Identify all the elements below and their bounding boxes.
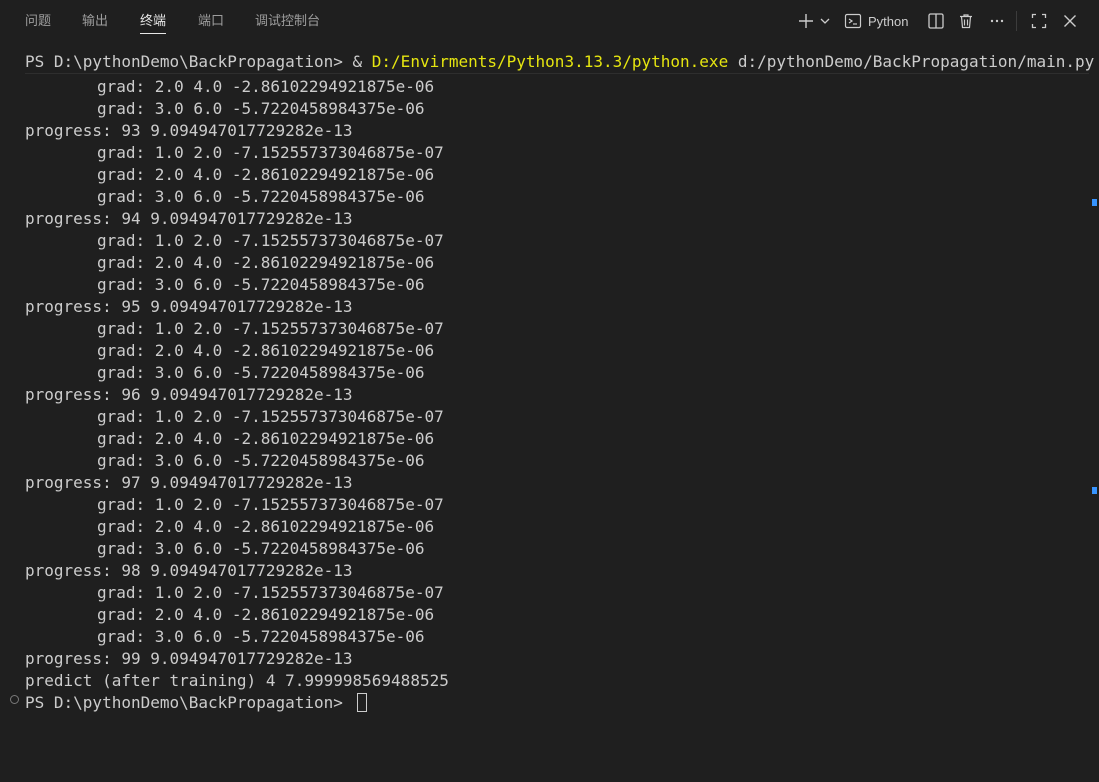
more-icon	[988, 12, 1006, 30]
scroll-marker	[1092, 487, 1097, 494]
command-prefix: PS D:\pythonDemo\BackPropagation> &	[25, 52, 372, 71]
panel-tab-bar: 问题 输出 终端 端口 调试控制台 Python	[0, 0, 1099, 42]
maximize-icon	[1030, 12, 1048, 30]
grad-line: grad: 1.0 2.0 -7.152557373046875e-07	[97, 495, 444, 514]
terminal-selector[interactable]: Python	[844, 9, 914, 33]
terminal-scrollbar[interactable]	[1089, 42, 1099, 782]
result-line: predict (after training) 4 7.99999856948…	[25, 671, 449, 690]
grad-line: grad: 3.0 6.0 -5.7220458984375e-06	[97, 363, 425, 382]
close-icon	[1061, 12, 1079, 30]
command-executable: D:/Envirments/Python3.13.3/python.exe	[371, 52, 729, 71]
grad-line: grad: 2.0 4.0 -2.86102294921875e-06	[97, 605, 435, 624]
grad-line: grad: 1.0 2.0 -7.152557373046875e-07	[97, 231, 444, 250]
tab-problems[interactable]: 问题	[25, 0, 51, 42]
terminal-cursor	[356, 693, 367, 712]
split-icon	[927, 12, 945, 30]
grad-line: grad: 2.0 4.0 -2.86102294921875e-06	[97, 77, 435, 96]
plus-icon	[797, 12, 815, 30]
grad-line: grad: 1.0 2.0 -7.152557373046875e-07	[97, 407, 444, 426]
kill-terminal-button[interactable]	[956, 9, 976, 33]
grad-line: grad: 3.0 6.0 -5.7220458984375e-06	[97, 187, 425, 206]
more-actions-button[interactable]	[987, 9, 1007, 33]
tab-ports[interactable]: 端口	[198, 0, 224, 42]
grad-line: grad: 3.0 6.0 -5.7220458984375e-06	[97, 99, 425, 118]
progress-line: progress: 95 9.094947017729282e-13	[25, 297, 353, 316]
grad-line: grad: 1.0 2.0 -7.152557373046875e-07	[97, 583, 444, 602]
grad-line: grad: 3.0 6.0 -5.7220458984375e-06	[97, 275, 425, 294]
grad-line: grad: 1.0 2.0 -7.152557373046875e-07	[97, 143, 444, 162]
command-script: d:/pythonDemo/BackPropagation/main.py	[728, 52, 1095, 71]
panel-actions: Python	[789, 0, 1099, 42]
command-line: PS D:\pythonDemo\BackPropagation> & D:/E…	[25, 51, 1094, 73]
progress-line: progress: 99 9.094947017729282e-13	[25, 649, 353, 668]
tab-debug-console[interactable]: 调试控制台	[255, 0, 320, 42]
scroll-marker	[1092, 199, 1097, 206]
grad-line: grad: 2.0 4.0 -2.86102294921875e-06	[97, 517, 435, 536]
grad-line: grad: 3.0 6.0 -5.7220458984375e-06	[97, 451, 425, 470]
terminal-icon	[844, 12, 862, 30]
launch-profile-dropdown[interactable]	[818, 9, 832, 33]
trash-icon	[957, 12, 975, 30]
close-panel-button[interactable]	[1060, 9, 1080, 33]
grad-line: grad: 1.0 2.0 -7.152557373046875e-07	[97, 319, 444, 338]
command-divider	[25, 73, 1089, 74]
terminal-selector-label: Python	[868, 13, 909, 29]
grad-line: grad: 2.0 4.0 -2.86102294921875e-06	[97, 165, 435, 184]
grad-line: grad: 3.0 6.0 -5.7220458984375e-06	[97, 627, 425, 646]
grad-line: grad: 3.0 6.0 -5.7220458984375e-06	[97, 539, 425, 558]
progress-line: progress: 97 9.094947017729282e-13	[25, 473, 353, 492]
split-terminal-button[interactable]	[926, 9, 946, 33]
tab-terminal[interactable]: 终端	[140, 0, 167, 42]
chevron-down-icon	[819, 15, 831, 27]
progress-line: progress: 94 9.094947017729282e-13	[25, 209, 353, 228]
actions-divider	[1016, 11, 1017, 31]
progress-line: progress: 96 9.094947017729282e-13	[25, 385, 353, 404]
command-decoration-icon[interactable]	[10, 695, 19, 704]
maximize-panel-button[interactable]	[1029, 9, 1049, 33]
grad-line: grad: 2.0 4.0 -2.86102294921875e-06	[97, 429, 435, 448]
new-terminal-button[interactable]	[796, 9, 816, 33]
prompt-text: PS D:\pythonDemo\BackPropagation>	[25, 693, 353, 712]
progress-line: progress: 93 9.094947017729282e-13	[25, 121, 353, 140]
tab-output[interactable]: 输出	[82, 0, 108, 42]
grad-line: grad: 2.0 4.0 -2.86102294921875e-06	[97, 253, 435, 272]
terminal-view[interactable]: PS D:\pythonDemo\BackPropagation> & D:/E…	[0, 42, 1099, 782]
progress-line: progress: 98 9.094947017729282e-13	[25, 561, 353, 580]
prompt-line[interactable]: PS D:\pythonDemo\BackPropagation>	[25, 692, 1089, 714]
terminal-output: grad: 2.0 4.0 -2.86102294921875e-06 grad:…	[25, 76, 1089, 714]
grad-line: grad: 2.0 4.0 -2.86102294921875e-06	[97, 341, 435, 360]
